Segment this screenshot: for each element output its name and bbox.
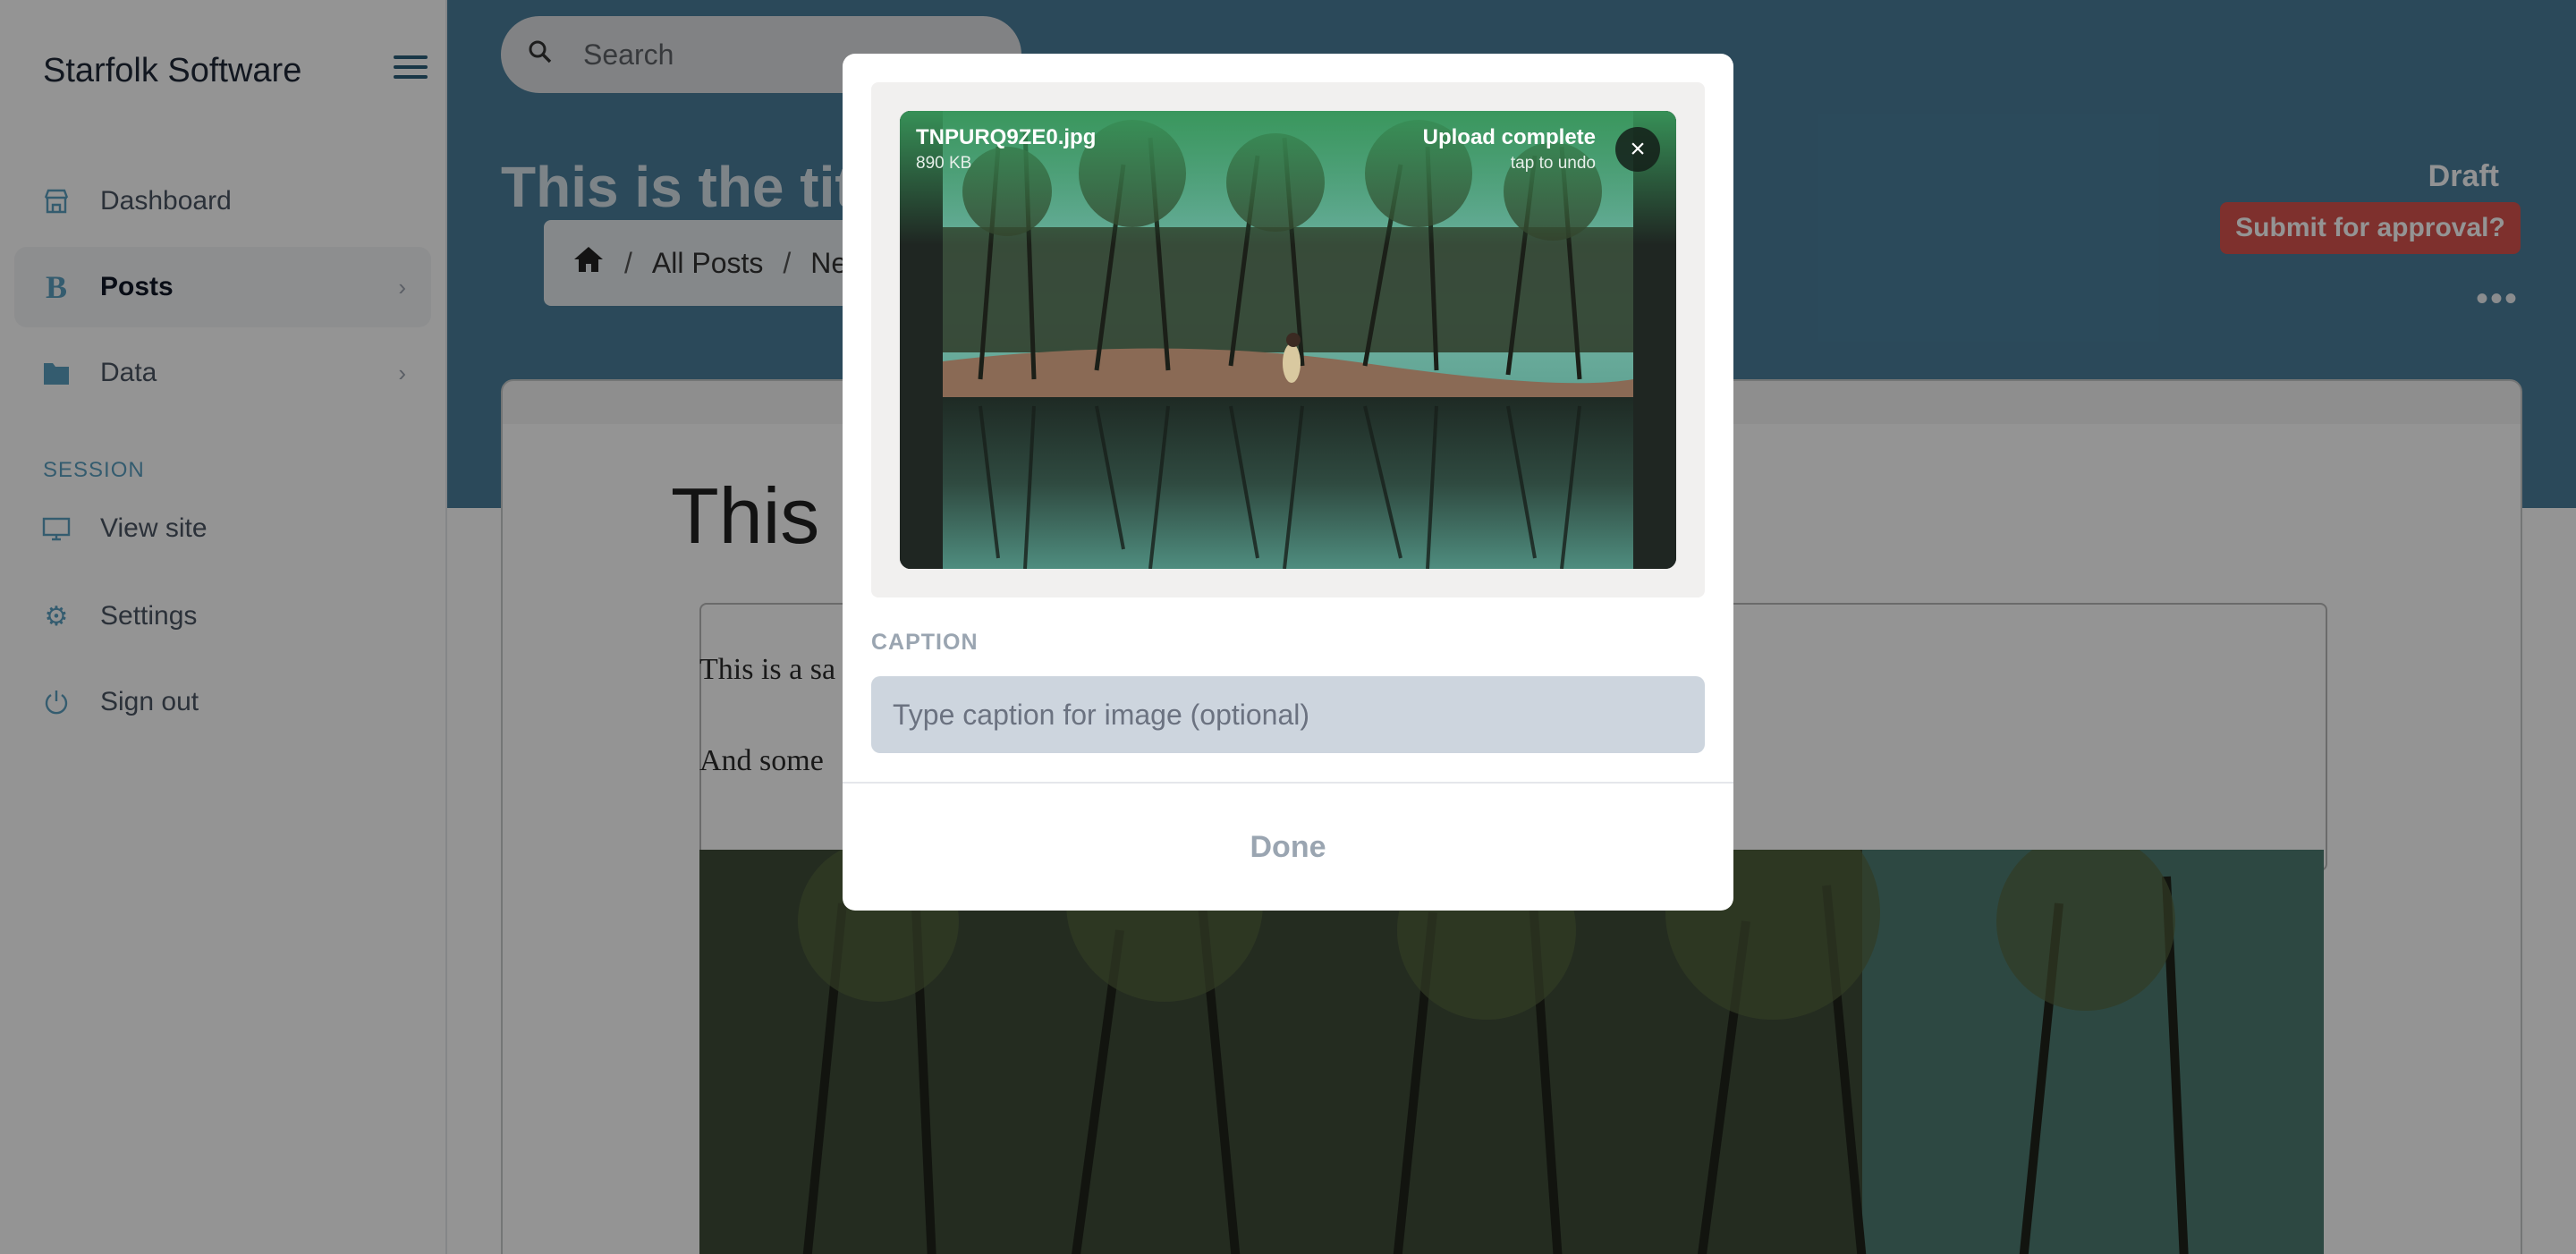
caption-label: CAPTION	[871, 630, 979, 655]
upload-status: Upload complete	[1422, 125, 1596, 149]
done-button[interactable]: Done	[843, 784, 1733, 911]
upload-panel: TNPURQ9ZE0.jpg 890 KB Upload complete ta…	[871, 82, 1705, 597]
close-icon[interactable]: ×	[1615, 127, 1660, 172]
undo-hint[interactable]: tap to undo	[1511, 154, 1596, 174]
file-size: 890 KB	[916, 154, 972, 173]
caption-input[interactable]	[871, 676, 1705, 753]
file-name: TNPURQ9ZE0.jpg	[916, 125, 1097, 149]
image-upload-dialog: TNPURQ9ZE0.jpg 890 KB Upload complete ta…	[843, 54, 1733, 911]
image-preview: TNPURQ9ZE0.jpg 890 KB Upload complete ta…	[900, 111, 1676, 569]
